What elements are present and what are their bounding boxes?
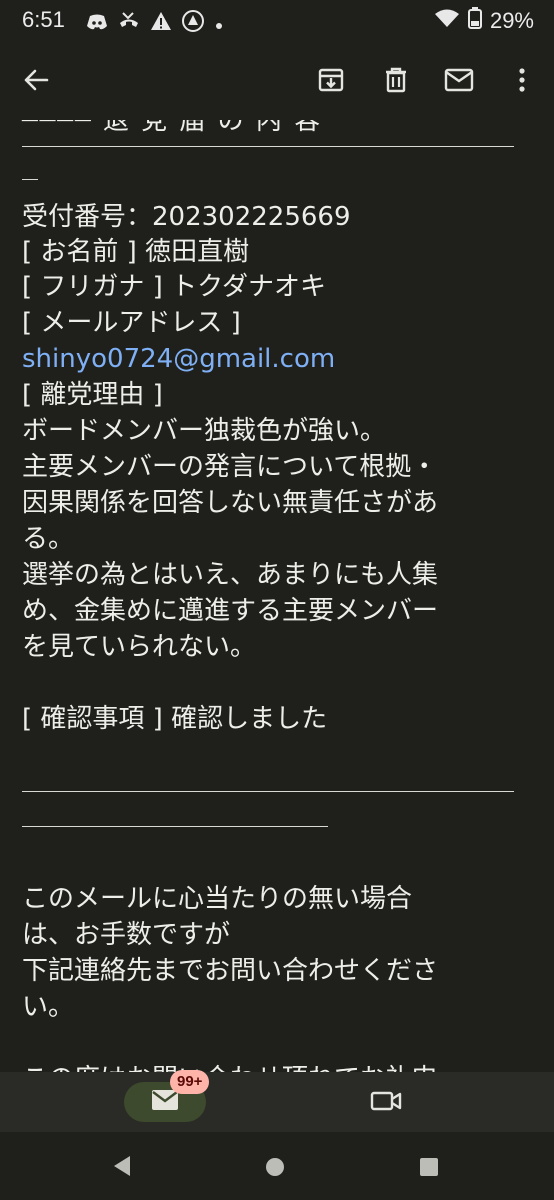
system-navigation — [0, 1132, 554, 1200]
delete-icon[interactable] — [378, 62, 414, 98]
more-vert-icon[interactable] — [504, 62, 540, 98]
reason-line: 主要メンバーの発言について根拠・ — [22, 452, 438, 482]
battery-icon — [467, 7, 482, 35]
notice-line: このメールに心当たりの無い場合 — [22, 884, 413, 914]
confirmation-line: [ 確認事項 ] 確認しました — [22, 704, 328, 734]
reason-line: を見ていられない。 — [22, 632, 257, 662]
notification-icons — [86, 10, 224, 37]
reason-line: 因果関係を回答しない無責任さがあ — [22, 488, 439, 518]
missed-call-icon — [118, 11, 140, 36]
email-body: ──── 退 党 届 の 内 容 受付番号：202302225669 [ お名前… — [0, 120, 554, 1072]
reason-line: 選挙の為とはいえ、あまりにも人集 — [22, 560, 439, 590]
discord-icon — [86, 12, 108, 36]
status-bar: 6:51 29% — [0, 0, 554, 40]
clipped-header-text: ──── 退 党 届 の 内 容 — [22, 120, 323, 136]
reason-label: [ 離党理由 ] — [22, 380, 163, 410]
warning-icon — [150, 11, 172, 36]
video-icon[interactable] — [370, 1088, 402, 1118]
divider — [22, 146, 514, 147]
wifi-icon — [434, 8, 460, 34]
email-address-link[interactable]: shinyo0724@gmail.com — [22, 342, 335, 376]
archive-icon[interactable] — [313, 62, 349, 98]
clipped-bottom-line: この度はお問い合わせ頂ねてお礼申 — [22, 1062, 437, 1072]
email-toolbar — [0, 40, 554, 120]
dot-icon — [214, 12, 224, 36]
furigana-line: [ フリガナ ] トクダナオキ — [22, 272, 327, 302]
divider-short — [22, 826, 328, 827]
back-triangle-icon[interactable] — [112, 1154, 132, 1182]
back-arrow-icon[interactable] — [18, 62, 54, 98]
divider-tail — [22, 179, 38, 180]
notice-line: 下記連絡先までお問い合わせくださ — [22, 956, 439, 986]
mark-unread-icon[interactable] — [441, 62, 477, 98]
reason-line: る。 — [22, 524, 75, 554]
name-line: [ お名前 ] 徳田直樹 — [22, 237, 250, 267]
divider — [22, 791, 514, 792]
mail-icon — [151, 1089, 179, 1115]
notice-line: は、お手数ですが — [22, 920, 231, 950]
reason-line: ボードメンバー独裁色が強い。 — [22, 416, 387, 446]
status-time: 6:51 — [22, 7, 65, 32]
mail-unread-badge: 99+ — [170, 1070, 210, 1094]
app-badge-icon — [182, 10, 204, 37]
battery-percent: 29% — [489, 8, 534, 33]
bottom-navigation: 99+ — [0, 1070, 554, 1132]
recents-square-icon[interactable] — [419, 1157, 439, 1181]
email-label: [ メールアドレス ] — [22, 308, 241, 338]
home-circle-icon[interactable] — [264, 1156, 286, 1182]
notice-line: い。 — [22, 992, 75, 1022]
receipt-number: 受付番号：202302225669 — [22, 202, 351, 232]
reason-line: め、金集めに邁進する主要メンバー — [22, 596, 439, 626]
